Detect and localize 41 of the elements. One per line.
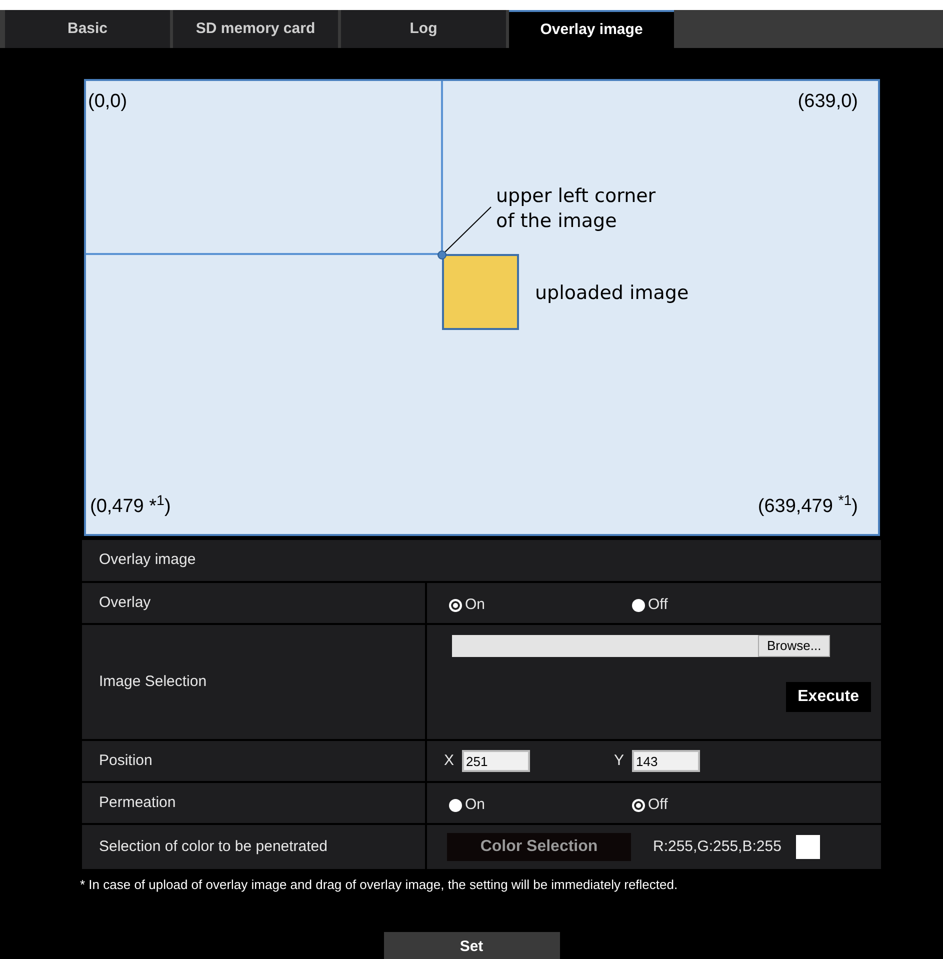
coordinate-label: Y <box>614 750 624 771</box>
leader-line <box>444 206 492 254</box>
color-reading: R:255,G:255,B:255 <box>653 836 782 857</box>
radio-option[interactable]: Off <box>632 590 815 616</box>
radio-label: Off <box>648 794 668 815</box>
tab[interactable]: SD memory card <box>173 10 338 48</box>
corner-dot <box>438 250 446 260</box>
coordinate-label: (0,0) <box>88 90 128 114</box>
row-label: Overlay <box>82 583 427 623</box>
row-label: Image Selection <box>82 625 427 739</box>
row-label: Permeation <box>82 783 427 823</box>
tab[interactable]: Log <box>341 10 506 48</box>
radio-button[interactable] <box>449 598 462 612</box>
radio-label: On <box>465 594 486 615</box>
radio-label: Off <box>648 594 668 615</box>
coordinate-label: (639,0) <box>798 90 858 114</box>
tab[interactable]: Overlay image <box>509 10 674 48</box>
coordinate-label: (639,479 $^{*1}$) <box>758 494 858 519</box>
tab[interactable]: Basic <box>5 10 170 48</box>
row-label: Selection of color to be penetrated <box>82 825 427 869</box>
section-title: Overlay image <box>99 550 196 570</box>
coordinate-label: X <box>444 750 454 771</box>
radio-button[interactable] <box>632 598 645 612</box>
footnote: * In case of upload of overlay image and drag of overlay image, the setting will be immediately reflected. <box>80 876 679 894</box>
radio-option[interactable]: Off <box>632 790 815 816</box>
file-path-field[interactable] <box>452 635 758 657</box>
radio-button[interactable] <box>449 798 462 812</box>
callout-label: upper left corner of the image <box>496 184 656 234</box>
radio-option[interactable]: On <box>449 590 632 616</box>
coordinate-label: (0,479 *$^{1}$) <box>90 494 171 519</box>
browse-button[interactable]: Browse... <box>758 635 830 657</box>
color-selection-button[interactable]: Color Selection <box>447 833 631 861</box>
radio-option[interactable]: On <box>449 790 632 816</box>
set-button[interactable]: Set <box>384 932 560 959</box>
execute-button[interactable]: Execute <box>786 682 871 712</box>
y-input-field[interactable]: 143 <box>632 750 700 772</box>
radio-button[interactable] <box>632 798 645 812</box>
x-input-field[interactable]: 251 <box>462 750 530 772</box>
row-label: Position <box>82 741 427 781</box>
image-label: uploaded image <box>535 281 689 306</box>
radio-label: On <box>465 794 486 815</box>
